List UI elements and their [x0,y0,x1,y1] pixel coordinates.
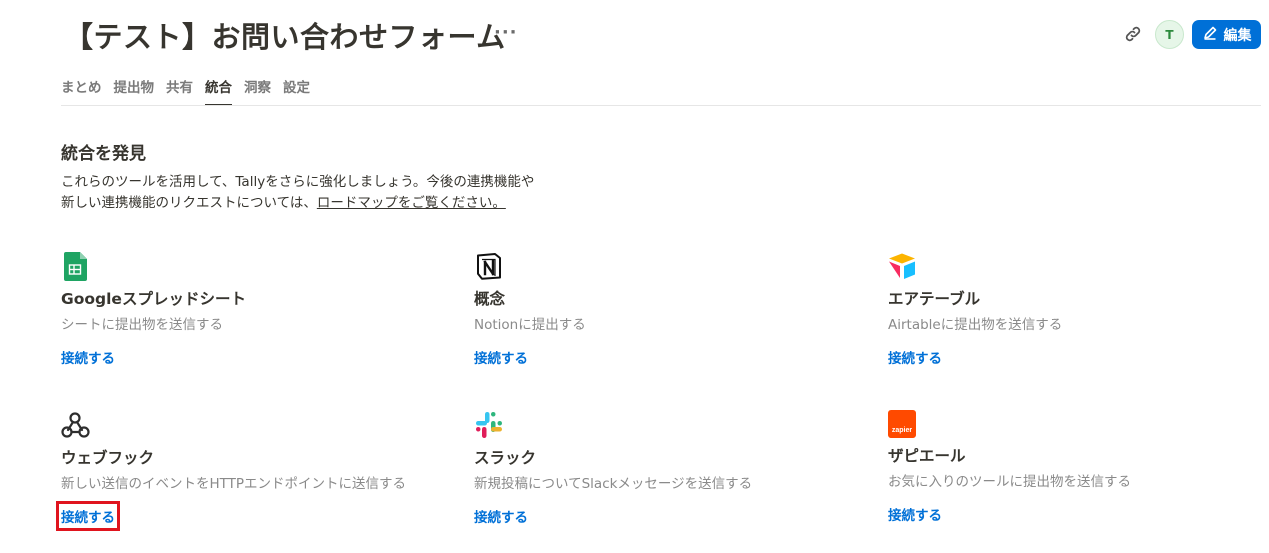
connect-button-notion[interactable]: 接続する [474,347,528,367]
integration-description: Notionに提出する [474,317,586,333]
tab-share[interactable]: 共有 [166,76,193,106]
integration-name: Googleスプレッドシート [61,290,246,308]
section-title: 統合を発見 [61,144,146,164]
airtable-icon [888,251,918,281]
integration-name: ザピエール [888,447,966,465]
form-title: 【テスト】お問い合わせフォーム [64,20,506,54]
integration-card-webhook: ウェブフック 新しい送信のイベントをHTTPエンドポイントに送信する 接続する [56,410,441,531]
connect-button-airtable[interactable]: 接続する [888,347,942,367]
tab-bar: まとめ 提出物 共有 統合 洞察 設定 [61,76,310,106]
slack-icon [474,410,504,440]
edit-button-label: 編集 [1223,27,1252,44]
roadmap-link[interactable]: ロードマップをご覧ください。 [317,195,506,211]
avatar[interactable]: T [1155,20,1184,49]
integration-card-slack: スラック 新規投稿についてSlackメッセージを送信する 接続する [474,410,854,526]
section-description: これらのツールを活用して、Tallyをさらに強化しましょう。今後の連携機能や 新… [61,172,534,214]
description-line-1: これらのツールを活用して、Tallyをさらに強化しましょう。今後の連携機能や [61,174,535,190]
tab-submissions[interactable]: 提出物 [114,76,155,106]
zapier-icon: zapier [888,410,916,438]
pencil-icon [1202,25,1218,45]
integration-description: 新しい送信のイベントをHTTPエンドポイントに送信する [61,476,407,492]
integration-card-zapier: zapier ザピエール お気に入りのツールに提出物を送信する 接続する [888,410,1268,524]
integration-card-google-sheets: Googleスプレッドシート シートに提出物を送信する 接続する [61,251,441,367]
zapier-icon-text: zapier [891,427,913,434]
connect-button-zapier[interactable]: 接続する [888,504,942,524]
connect-button-slack[interactable]: 接続する [474,506,528,526]
integration-description: お気に入りのツールに提出物を送信する [888,474,1131,490]
more-options-button[interactable]: ··· [494,22,518,43]
tab-settings[interactable]: 設定 [283,76,310,106]
connect-button-webhook[interactable]: 接続する [56,501,120,531]
tab-summary[interactable]: まとめ [61,76,102,106]
integration-name: エアテーブル [888,290,981,308]
description-line-2: 新しい連携機能のリクエストについては、 [61,195,317,211]
google-sheets-icon [61,251,91,281]
integration-description: 新規投稿についてSlackメッセージを送信する [474,476,753,492]
integration-description: シートに提出物を送信する [61,317,223,333]
tab-insights[interactable]: 洞察 [244,76,271,106]
tabs-divider [61,105,1261,106]
integration-card-notion: 概念 Notionに提出する 接続する [474,251,854,367]
integration-name: ウェブフック [61,449,155,467]
integration-card-airtable: エアテーブル Airtableに提出物を送信する 接続する [888,251,1268,367]
integration-name: スラック [474,449,537,467]
notion-icon [474,251,504,281]
webhook-icon [61,410,91,440]
link-icon[interactable] [1123,24,1143,44]
edit-button[interactable]: 編集 [1192,20,1261,49]
connect-button-google-sheets[interactable]: 接続する [61,347,115,367]
integration-description: Airtableに提出物を送信する [888,317,1063,333]
tab-integrations[interactable]: 統合 [205,76,232,106]
integration-name: 概念 [474,290,506,308]
